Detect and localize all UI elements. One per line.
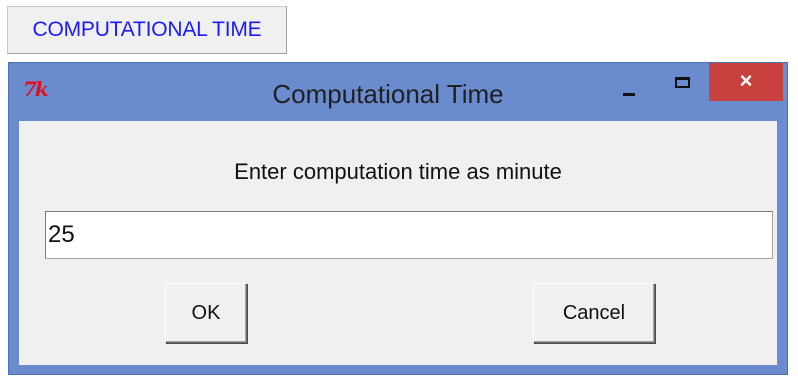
computational-time-button[interactable]: COMPUTATIONAL TIME xyxy=(7,6,287,54)
dialog-titlebar[interactable]: 7k Computational Time × xyxy=(9,63,787,121)
maximize-button[interactable] xyxy=(661,69,705,103)
prompt-label: Enter computation time as minute xyxy=(234,159,562,184)
close-button[interactable]: × xyxy=(709,63,783,101)
minutes-input[interactable] xyxy=(45,211,773,259)
computational-time-dialog: 7k Computational Time × Enter computatio… xyxy=(8,62,788,375)
dialog-body: Enter computation time as minute OK Canc… xyxy=(19,121,777,365)
minimize-button[interactable] xyxy=(609,69,649,103)
screen: COMPUTATIONAL TIME 7k Computational Time… xyxy=(0,0,798,379)
ok-button[interactable]: OK xyxy=(165,283,247,343)
close-icon: × xyxy=(739,68,753,93)
cancel-button[interactable]: Cancel xyxy=(533,283,655,343)
